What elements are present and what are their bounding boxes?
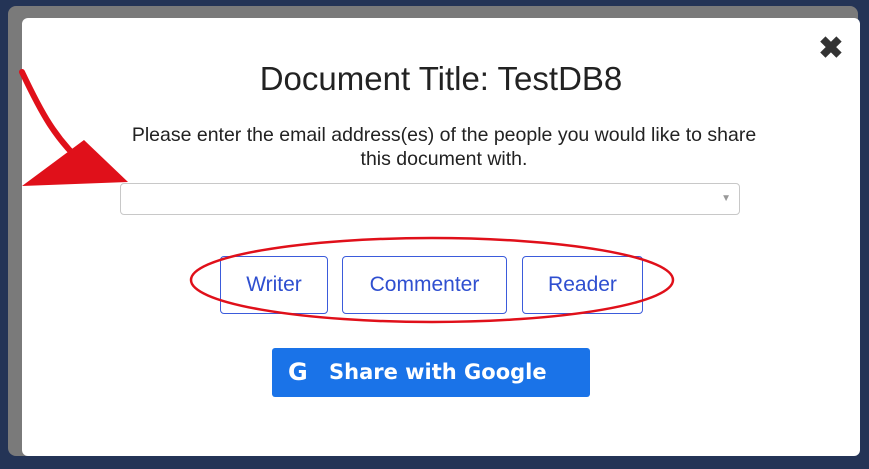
commenter-role-button[interactable]: Commenter bbox=[342, 256, 507, 314]
writer-role-button[interactable]: Writer bbox=[220, 256, 328, 314]
share-with-google-label: Share with Google bbox=[329, 360, 547, 384]
share-with-google-button[interactable]: G Share with Google bbox=[272, 348, 590, 397]
email-address-select[interactable]: ▼ bbox=[120, 183, 740, 215]
chevron-down-icon[interactable]: ▼ bbox=[721, 193, 731, 204]
share-dialog-frame: ✖ Document Title: TestDB8 Please enter t… bbox=[8, 6, 860, 456]
reader-role-button[interactable]: Reader bbox=[522, 256, 643, 314]
google-g-icon: G bbox=[288, 358, 308, 386]
close-icon[interactable]: ✖ bbox=[818, 34, 844, 64]
share-instructions: Please enter the email address(es) of th… bbox=[131, 124, 757, 170]
document-title: Document Title: TestDB8 bbox=[259, 60, 623, 97]
share-dialog: ✖ Document Title: TestDB8 Please enter t… bbox=[22, 18, 860, 456]
